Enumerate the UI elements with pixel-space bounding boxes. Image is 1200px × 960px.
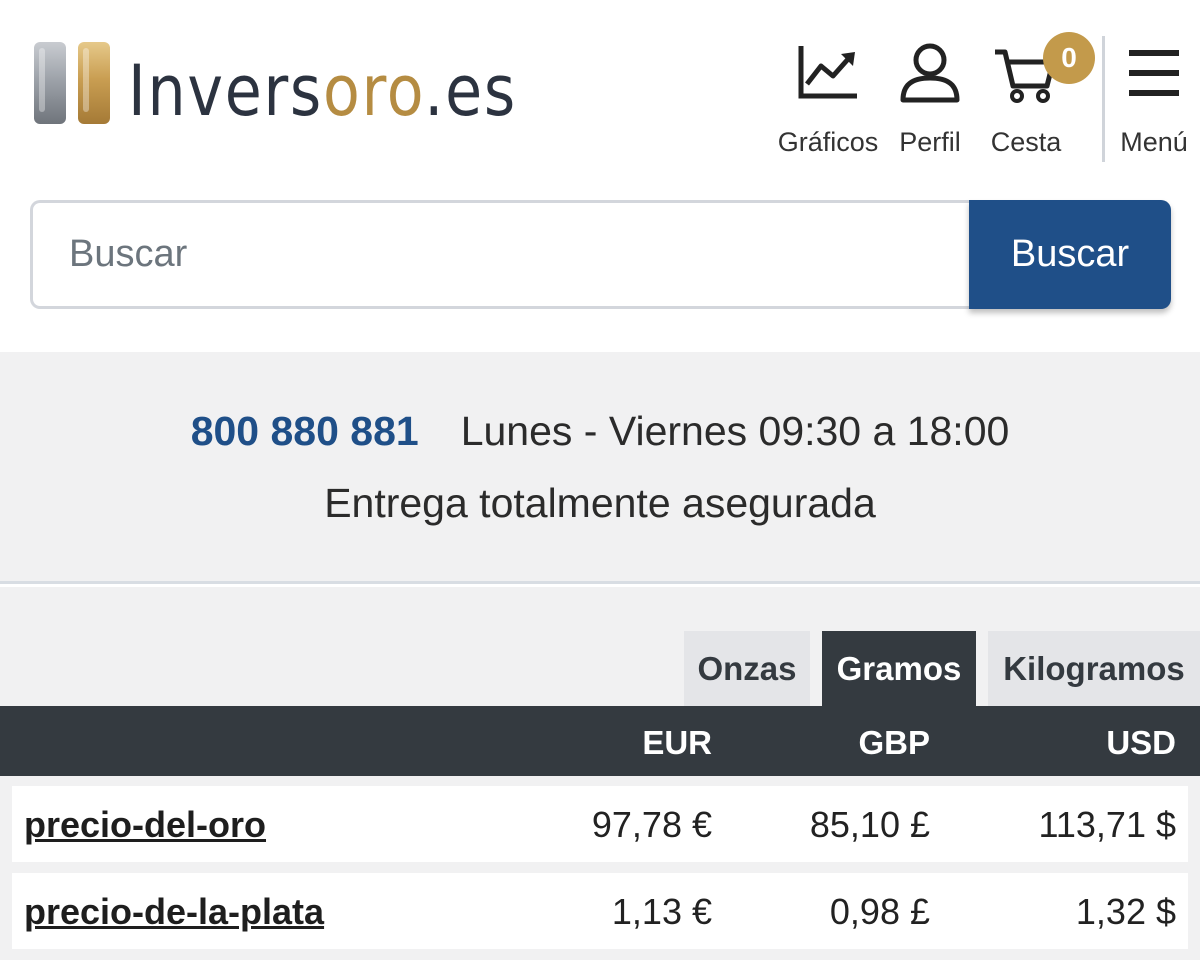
- contact-info-band: 800 880 881 Lunes - Viernes 09:30 a 18:00…: [0, 352, 1200, 584]
- search-input[interactable]: [30, 200, 969, 309]
- prices-section: Onzas Gramos Kilogramos EUR GBP USD prec…: [0, 587, 1200, 960]
- price-eur: 97,78 €: [591, 804, 712, 845]
- site-header: Inversoro.es Gráficos Perfil 0 Cesta Men…: [0, 0, 1200, 180]
- user-icon: [900, 43, 960, 103]
- nav-menu[interactable]: Menú: [1112, 36, 1196, 158]
- header-nav: Gráficos Perfil 0 Cesta Menú: [774, 32, 1200, 162]
- metal-link-silver[interactable]: precio-de-la-plata: [24, 891, 324, 933]
- logo-wordmark: Inversoro.es: [128, 52, 517, 130]
- nav-menu-label: Menú: [1120, 127, 1188, 157]
- tab-kilogramos[interactable]: Kilogramos: [988, 631, 1200, 706]
- logo-text-main: Invers: [128, 50, 324, 132]
- hamburger-menu-icon: [1129, 50, 1179, 96]
- search-button[interactable]: Buscar: [969, 200, 1171, 309]
- column-header-eur: EUR: [642, 724, 712, 761]
- logo-text-end: .es: [424, 50, 517, 132]
- logo-text-gold: oro: [323, 50, 425, 132]
- phone-number-link[interactable]: 800 880 881: [191, 408, 419, 454]
- contact-line: 800 880 881 Lunes - Viernes 09:30 a 18:00: [0, 408, 1200, 455]
- business-hours: Lunes - Viernes 09:30 a 18:00: [460, 408, 1010, 454]
- delivery-note: Entrega totalmente asegurada: [324, 480, 876, 526]
- price-usd: 1,32 $: [1075, 891, 1176, 932]
- column-header-gbp: GBP: [858, 724, 930, 761]
- price-eur: 1,13 €: [611, 891, 712, 932]
- price-usd: 113,71 $: [1038, 804, 1176, 845]
- tab-gramos[interactable]: Gramos: [822, 631, 976, 706]
- nav-perfil[interactable]: Perfil: [892, 36, 968, 158]
- nav-perfil-label: Perfil: [899, 127, 961, 157]
- metal-link-gold[interactable]: precio-del-oro: [24, 804, 266, 846]
- price-table-header: EUR GBP USD: [0, 706, 1200, 776]
- price-gbp: 85,10 £: [809, 804, 930, 845]
- cart-count-badge: 0: [1043, 32, 1095, 84]
- tab-onzas[interactable]: Onzas: [684, 631, 810, 706]
- search-bar: Buscar: [30, 200, 1171, 309]
- nav-graficos-label: Gráficos: [777, 127, 879, 157]
- table-row: precio-de-la-plata 1,13 € 0,98 £ 1,32 $: [12, 873, 1188, 949]
- nav-cesta[interactable]: 0 Cesta: [980, 32, 1095, 158]
- column-header-usd: USD: [1106, 724, 1176, 761]
- price-gbp: 0,98 £: [829, 891, 930, 932]
- gold-bar-icon: [78, 42, 110, 124]
- nav-cesta-label: Cesta: [990, 127, 1062, 157]
- table-row: precio-del-oro 97,78 € 85,10 £ 113,71 $: [12, 786, 1188, 862]
- silver-bar-icon: [34, 42, 66, 124]
- cart-icon-wrap: 0: [993, 32, 1095, 106]
- nav-graficos[interactable]: Gráficos: [774, 36, 882, 158]
- chart-line-icon: [798, 46, 857, 99]
- nav-divider: [1102, 36, 1105, 162]
- site-logo[interactable]: Inversoro.es: [34, 42, 580, 130]
